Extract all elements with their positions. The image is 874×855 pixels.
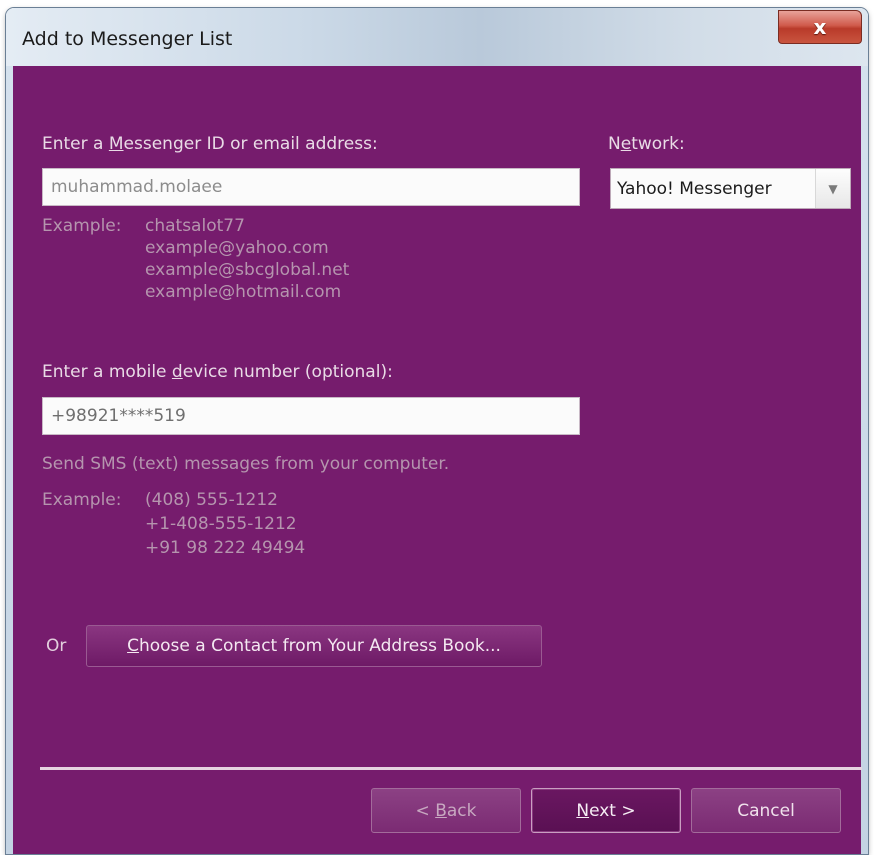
id-example-3: example@sbcglobal.net — [145, 260, 350, 280]
mobile-number-input[interactable]: +98921****519 — [42, 397, 580, 435]
mobile-number-value: +98921****519 — [51, 406, 186, 426]
mobile-example-3: +91 98 222 49494 — [145, 538, 306, 558]
sms-hint: Send SMS (text) messages from your compu… — [42, 454, 450, 474]
messenger-id-value: muhammad.molaee — [51, 177, 223, 197]
mobile-example-1: (408) 555-1212 — [145, 490, 278, 510]
back-button[interactable]: < Back — [371, 788, 521, 833]
dialog-body: Enter a Messenger ID or email address: N… — [13, 66, 862, 854]
next-button[interactable]: Next > — [531, 788, 681, 833]
id-example-4: example@hotmail.com — [145, 282, 342, 302]
close-icon: x — [813, 15, 827, 39]
window-title: Add to Messenger List — [22, 28, 233, 50]
cancel-button[interactable]: Cancel — [691, 788, 841, 833]
choose-contact-button[interactable]: Choose a Contact from Your Address Book.… — [86, 625, 542, 667]
messenger-id-input[interactable]: muhammad.molaee — [42, 168, 580, 206]
id-example-1: chatsalot77 — [145, 216, 245, 236]
mobile-example-label: Example: — [42, 490, 122, 510]
id-example-2: example@yahoo.com — [145, 238, 329, 258]
messenger-id-label: Enter a Messenger ID or email address: — [42, 134, 378, 154]
close-button[interactable]: x — [778, 10, 862, 44]
mobile-example-2: +1-408-555-1212 — [145, 514, 297, 534]
footer-divider — [40, 767, 862, 770]
dialog-window: Add to Messenger List x Enter a Messenge… — [6, 8, 868, 854]
title-bar[interactable]: Add to Messenger List x — [6, 8, 868, 66]
or-label: Or — [46, 636, 67, 656]
network-select-value: Yahoo! Messenger — [617, 178, 772, 199]
chevron-down-icon[interactable]: ▼ — [815, 169, 850, 208]
id-example-label: Example: — [42, 216, 122, 236]
mobile-number-label: Enter a mobile device number (optional): — [42, 362, 393, 382]
network-label: Network: — [608, 134, 685, 154]
network-select[interactable]: Yahoo! Messenger ▼ — [610, 168, 851, 209]
